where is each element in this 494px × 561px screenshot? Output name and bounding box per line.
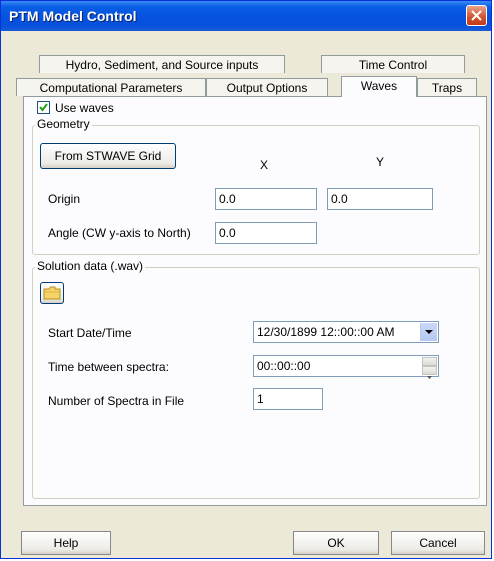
geometry-group-label: Geometry: [35, 117, 92, 131]
button-label: From STWAVE Grid: [54, 149, 162, 163]
tab-hydro-sediment-source[interactable]: Hydro, Sediment, and Source inputs: [39, 55, 285, 73]
tab-label: Traps: [431, 81, 463, 95]
tab-traps[interactable]: Traps: [417, 78, 477, 96]
angle-label: Angle (CW y-axis to North): [48, 226, 191, 240]
number-of-spectra-label: Number of Spectra in File: [48, 394, 185, 408]
close-button[interactable]: [466, 5, 487, 26]
number-of-spectra-input[interactable]: 1: [253, 388, 323, 410]
folder-icon: [43, 286, 61, 300]
dropdown-button[interactable]: [420, 323, 437, 341]
tab-label: Output Options: [226, 81, 308, 95]
ptm-model-control-dialog: PTM Model Control Hydro, Sediment, and S…: [0, 0, 492, 559]
solution-data-group-label: Solution data (.wav): [35, 259, 146, 273]
chevron-down-icon: [425, 330, 433, 334]
geometry-group: Geometry From STWAVE Grid X Y Origin 0.0…: [32, 117, 480, 255]
origin-x-input[interactable]: 0.0: [215, 188, 317, 210]
tab-computational-parameters[interactable]: Computational Parameters: [16, 78, 206, 96]
use-waves-checkbox[interactable]: [37, 101, 50, 114]
tab-output-options[interactable]: Output Options: [206, 78, 328, 96]
cancel-button[interactable]: Cancel: [391, 531, 485, 555]
spin-down-icon: [427, 376, 432, 379]
time-between-spectra-label: Time between spectra:: [48, 360, 169, 374]
close-icon: [471, 10, 482, 21]
tab-label: Time Control: [358, 58, 428, 72]
spin-down-button[interactable]: [422, 366, 437, 379]
angle-input[interactable]: 0.0: [215, 222, 317, 244]
origin-label: Origin: [48, 192, 81, 206]
time-between-spectra-input[interactable]: 00::00::00: [253, 355, 439, 379]
start-datetime-label: Start Date/Time: [48, 326, 132, 340]
help-button[interactable]: Help: [21, 531, 111, 555]
ok-button[interactable]: OK: [293, 531, 379, 555]
open-wav-file-button[interactable]: [40, 282, 64, 304]
button-label: Help: [53, 536, 79, 550]
tab-label: Hydro, Sediment, and Source inputs: [65, 58, 259, 72]
title-bar[interactable]: PTM Model Control: [1, 1, 491, 31]
from-stwave-grid-button[interactable]: From STWAVE Grid: [40, 143, 176, 169]
x-column-header: X: [260, 158, 269, 172]
tab-time-control[interactable]: Time Control: [321, 55, 465, 73]
button-label: OK: [327, 536, 345, 550]
start-datetime-picker[interactable]: 12/30/1899 12::00::00 AM: [253, 321, 439, 343]
waves-tab-panel: Use waves Geometry From STWAVE Grid X Y …: [23, 96, 487, 506]
use-waves-label: Use waves: [55, 101, 114, 115]
tab-label: Waves: [360, 79, 398, 93]
spin-up-button[interactable]: [422, 357, 437, 370]
tab-waves[interactable]: Waves: [341, 76, 417, 97]
checkmark-icon: [39, 103, 48, 112]
tab-label: Computational Parameters: [39, 81, 183, 95]
start-datetime-value: 12/30/1899 12::00::00 AM: [257, 325, 395, 339]
origin-y-input[interactable]: 0.0: [327, 188, 433, 210]
solution-data-group: Solution data (.wav) Start Date/Time 12/…: [32, 259, 480, 499]
y-column-header: Y: [376, 155, 385, 169]
button-label: Cancel: [419, 536, 457, 550]
window-title: PTM Model Control: [9, 8, 137, 24]
time-between-spectra-value: 00::00::00: [257, 359, 311, 373]
